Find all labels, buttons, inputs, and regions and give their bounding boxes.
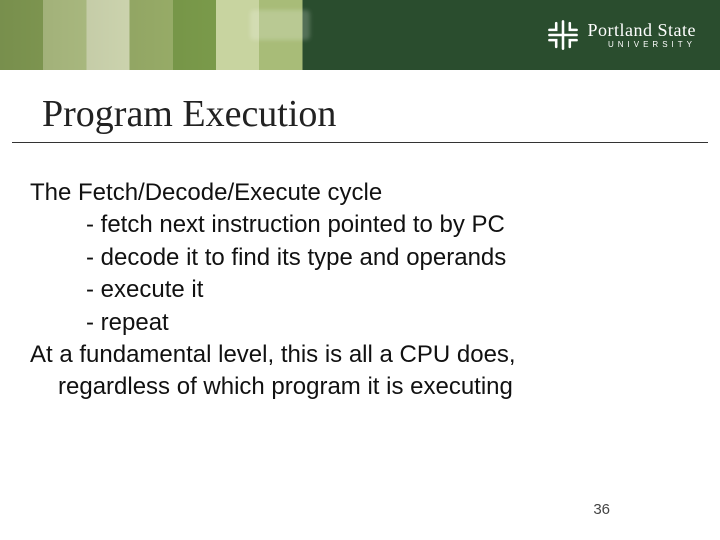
brand-sub: UNIVERSITY [588, 41, 697, 49]
slide: Portland State UNIVERSITY Program Execut… [0, 0, 720, 540]
page-number: 36 [593, 501, 610, 518]
list-item: - fetch next instruction pointed to by P… [86, 209, 690, 241]
slide-title: Program Execution [12, 70, 708, 143]
slide-body: The Fetch/Decode/Execute cycle - fetch n… [0, 143, 720, 404]
university-logo: Portland State UNIVERSITY [546, 18, 697, 52]
logo-mark-icon [546, 18, 580, 52]
brand-name: Portland State [588, 21, 697, 39]
list-item: - execute it [86, 274, 690, 306]
header-banner: Portland State UNIVERSITY [0, 0, 720, 70]
list-item: - repeat [86, 307, 690, 339]
bullet-list: - fetch next instruction pointed to by P… [30, 209, 690, 339]
conclusion-line2: regardless of which program it is execut… [30, 371, 690, 403]
intro-line: The Fetch/Decode/Execute cycle [30, 177, 690, 209]
conclusion-line1: At a fundamental level, this is all a CP… [30, 341, 516, 368]
conclusion: At a fundamental level, this is all a CP… [30, 339, 690, 404]
list-item: - decode it to find its type and operand… [86, 242, 690, 274]
logo-text: Portland State UNIVERSITY [588, 21, 697, 49]
